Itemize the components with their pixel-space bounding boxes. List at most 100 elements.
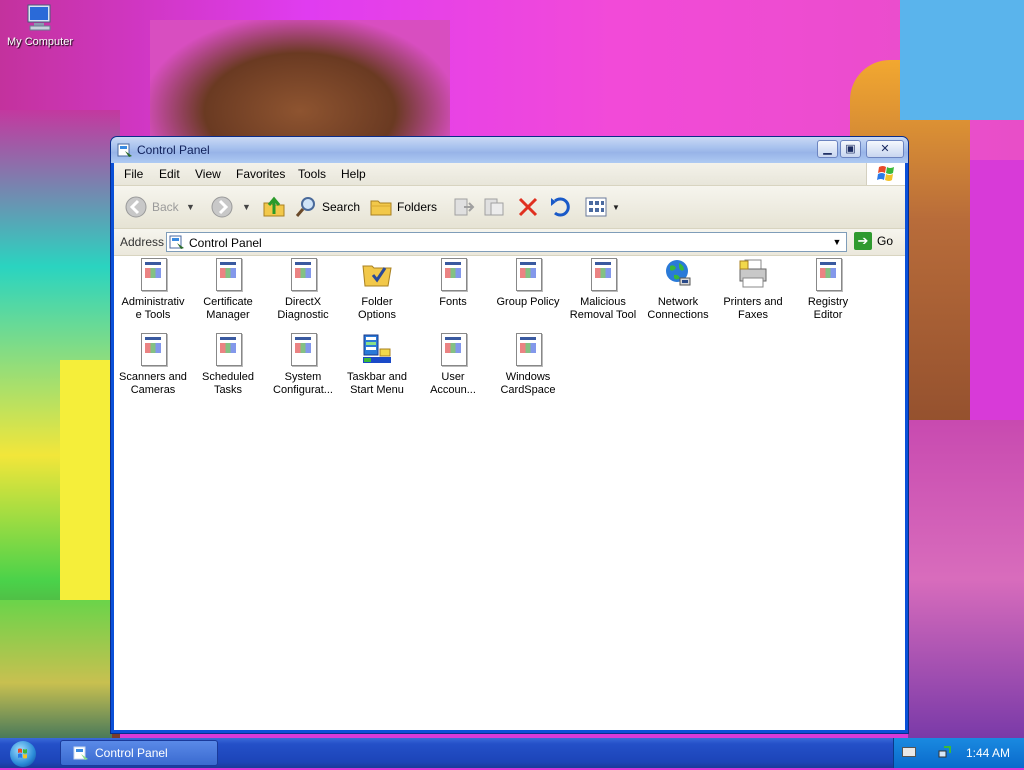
desktop-icon-label: My Computer <box>6 36 74 48</box>
folder-options-icon <box>361 258 393 290</box>
item-label: Windows <box>505 371 551 383</box>
item-label: User <box>441 371 465 383</box>
item-scanners-and-cameras[interactable]: Scanners and Cameras <box>116 333 190 397</box>
item-certificate-manager[interactable]: Certificate Manager <box>191 258 265 322</box>
chevron-down-icon: ▼ <box>186 202 195 212</box>
control-panel-icon <box>73 745 89 761</box>
keyboard-icon[interactable] <box>902 747 916 757</box>
item-label: Diagnostic <box>277 309 329 321</box>
up-folder-button[interactable] <box>262 194 286 220</box>
item-label: Folder <box>361 296 393 308</box>
views-button[interactable]: ▼ <box>584 194 620 220</box>
wallpaper-block <box>150 20 450 150</box>
address-label: Address <box>120 235 165 249</box>
scanners-and-cameras-icon <box>137 333 169 366</box>
certificate-manager-icon <box>212 258 244 291</box>
item-administrative-tools[interactable]: Administrativ e Tools <box>116 258 190 322</box>
item-label: Cameras <box>130 384 176 396</box>
maximize-button[interactable]: ▣ <box>840 140 861 158</box>
item-system-configuration[interactable]: System Configurat... <box>266 333 340 397</box>
item-printers-and-faxes[interactable]: Printers and Faxes <box>716 258 790 322</box>
chevron-down-icon: ▼ <box>612 202 620 212</box>
menu-favorites[interactable]: Favorites <box>236 167 285 181</box>
item-label: Group Policy <box>496 296 560 308</box>
system-configuration-icon <box>287 333 319 366</box>
address-dropdown-icon[interactable]: ▼ <box>830 234 844 250</box>
item-label: Administrativ <box>121 296 185 308</box>
taskbar-button-control-panel[interactable]: Control Panel <box>60 740 218 766</box>
item-label: Manager <box>206 309 250 321</box>
copy-to-button[interactable] <box>482 194 506 220</box>
search-icon <box>295 197 315 217</box>
folders-label: Folders <box>397 200 438 214</box>
back-label: Back <box>152 200 179 214</box>
item-taskbar-and-start-menu[interactable]: Taskbar and Start Menu <box>340 333 414 397</box>
undo-button[interactable] <box>548 194 572 220</box>
desktop-icon-my-computer[interactable]: My Computer <box>2 2 78 48</box>
views-grid-icon <box>585 197 607 217</box>
item-registry-editor[interactable]: Registry Editor <box>791 258 865 322</box>
menu-tools[interactable]: Tools <box>298 167 326 181</box>
item-label: Scanners and <box>119 371 187 383</box>
menu-help[interactable]: Help <box>341 167 366 181</box>
forward-arrow-icon <box>211 196 233 218</box>
minimize-button[interactable]: ▁ <box>817 140 838 158</box>
copy-to-icon <box>484 198 504 216</box>
item-windows-cardspace[interactable]: Windows CardSpace <box>491 333 565 397</box>
back-button[interactable]: Back <box>124 194 179 220</box>
delete-button[interactable] <box>516 194 540 220</box>
item-label: Certificate <box>203 296 253 308</box>
forward-dropdown[interactable]: ▼ <box>242 194 251 220</box>
directx-diagnostic-icon <box>287 258 319 291</box>
windows-flag-icon <box>877 166 894 181</box>
move-to-button[interactable] <box>452 194 476 220</box>
malicious-removal-tool-icon <box>587 258 619 291</box>
item-label: Scheduled <box>202 371 254 383</box>
fonts-icon <box>437 258 469 291</box>
go-button[interactable]: ➔ Go <box>854 232 893 250</box>
back-dropdown[interactable]: ▼ <box>186 194 195 220</box>
network-status-icon[interactable] <box>938 745 952 759</box>
search-button[interactable]: Search <box>294 194 360 220</box>
wallpaper-block <box>0 600 112 738</box>
user-accounts-icon <box>437 333 469 366</box>
item-label: DirectX <box>284 296 322 308</box>
item-label: Removal Tool <box>569 309 637 321</box>
address-input[interactable]: Control Panel ▼ <box>166 232 847 252</box>
administrative-tools-icon <box>137 258 169 291</box>
menu-edit[interactable]: Edit <box>159 167 180 181</box>
item-malicious-removal-tool[interactable]: Malicious Removal Tool <box>566 258 640 322</box>
search-label: Search <box>322 200 361 214</box>
item-folder-options[interactable]: Folder Options <box>340 258 414 322</box>
item-scheduled-tasks[interactable]: Scheduled Tasks <box>191 333 265 397</box>
title-bar[interactable]: Control Panel ▁ ▣ ✕ <box>111 137 908 163</box>
item-group-policy[interactable]: Group Policy <box>491 258 565 309</box>
my-computer-icon <box>24 2 56 34</box>
item-label: Registry <box>807 296 849 308</box>
move-to-icon <box>454 198 475 216</box>
windows-logo-icon <box>18 748 27 759</box>
close-button[interactable]: ✕ <box>866 140 904 158</box>
folders-button[interactable]: Folders <box>369 194 437 220</box>
minimize-icon: ▁ <box>823 143 832 155</box>
taskbar-button-label: Control Panel <box>95 746 168 760</box>
start-button[interactable] <box>10 741 36 767</box>
item-network-connections[interactable]: Network Connections <box>641 258 715 322</box>
scheduled-tasks-icon <box>212 333 244 366</box>
wallpaper-block <box>908 420 1024 738</box>
menu-file[interactable]: File <box>124 167 143 181</box>
clock[interactable]: 1:44 AM <box>966 746 1010 760</box>
item-label: Malicious <box>580 296 626 308</box>
window-body: File Edit View Favorites Tools Help Back… <box>114 163 905 730</box>
item-user-accounts[interactable]: User Accoun... <box>416 333 490 397</box>
printer-icon <box>737 258 769 290</box>
item-fonts[interactable]: Fonts <box>416 258 490 309</box>
folders-icon <box>370 200 392 216</box>
item-label: Fonts <box>439 296 467 308</box>
menu-view[interactable]: View <box>195 167 221 181</box>
item-label: e Tools <box>135 309 171 321</box>
forward-button[interactable] <box>210 194 234 220</box>
item-directx-diagnostic[interactable]: DirectX Diagnostic <box>266 258 340 322</box>
windows-flag-logo <box>866 163 905 185</box>
group-policy-icon <box>512 258 544 291</box>
